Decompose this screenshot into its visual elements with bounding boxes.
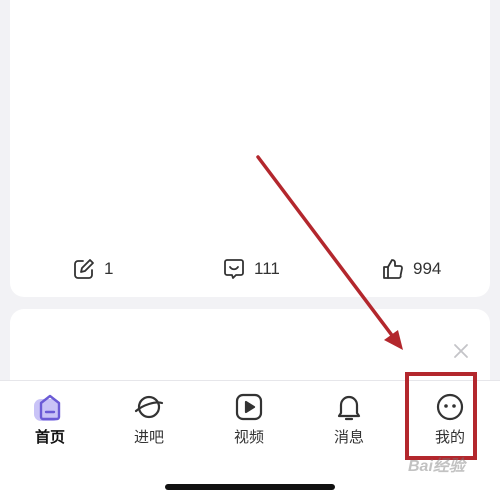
share-action[interactable]: 1 <box>72 256 113 282</box>
comment-icon <box>224 259 244 279</box>
comment-action[interactable]: 111 <box>222 256 280 282</box>
home-icon <box>34 394 61 421</box>
tab-video-label: 视频 <box>233 429 264 446</box>
close-icon[interactable] <box>452 342 470 360</box>
tab-messages[interactable]: 消息 <box>314 391 384 451</box>
tab-home-label: 首页 <box>34 429 65 446</box>
bell-icon <box>337 395 361 421</box>
home-indicator <box>165 484 335 490</box>
post-card[interactable] <box>10 0 490 297</box>
tab-enter-bar[interactable]: 进吧 <box>114 391 184 451</box>
tab-messages-label: 消息 <box>333 429 364 446</box>
tab-enter-label: 进吧 <box>133 429 164 446</box>
video-play-icon <box>235 393 263 421</box>
share-icon <box>74 259 94 279</box>
watermark: Bai经验 <box>408 458 465 475</box>
annotation-highlight-box <box>405 372 477 460</box>
tab-video[interactable]: 视频 <box>214 391 284 451</box>
comment-count: 111 <box>254 259 280 278</box>
planet-icon <box>134 395 164 419</box>
thumbs-up-icon <box>383 259 403 279</box>
like-count: 994 <box>413 259 442 278</box>
like-action[interactable]: 994 <box>381 256 441 282</box>
tab-home[interactable]: 首页 <box>15 391 85 451</box>
share-count: 1 <box>104 259 114 278</box>
